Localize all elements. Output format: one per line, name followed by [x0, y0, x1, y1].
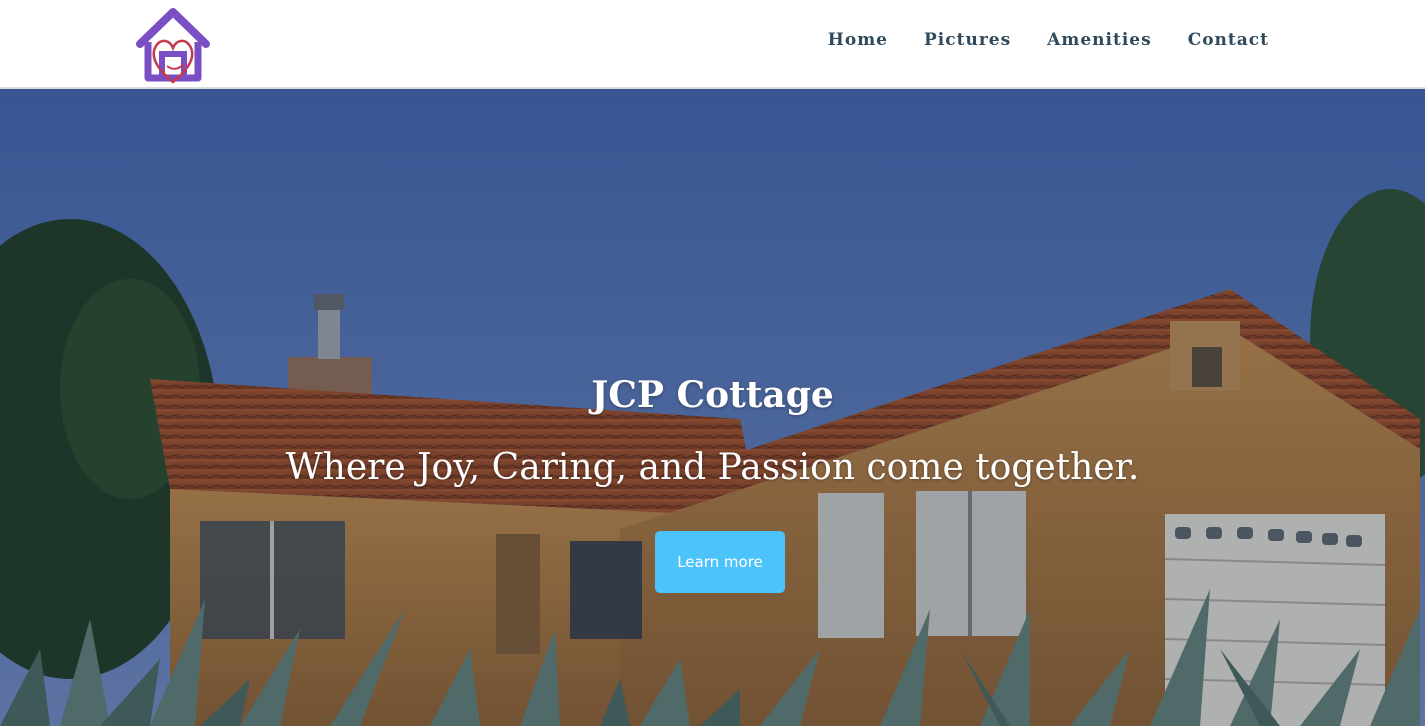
main-nav: Home Pictures Amenities Contact	[828, 30, 1269, 50]
top-navigation-bar: Home Pictures Amenities Contact	[0, 0, 1425, 89]
house-heart-logo-icon[interactable]	[134, 8, 212, 84]
learn-more-button[interactable]: Learn more	[655, 531, 785, 593]
hero-subtitle: Where Joy, Caring, and Passion come toge…	[285, 447, 1140, 488]
hero-content: JCP Cottage Where Joy, Caring, and Passi…	[0, 89, 1425, 726]
nav-pictures-link[interactable]: Pictures	[924, 30, 1011, 50]
hero-section: JCP Cottage Where Joy, Caring, and Passi…	[0, 89, 1425, 726]
nav-amenities-link[interactable]: Amenities	[1047, 30, 1152, 50]
hero-title: JCP Cottage	[591, 374, 834, 416]
nav-contact-link[interactable]: Contact	[1188, 30, 1269, 50]
nav-home-link[interactable]: Home	[828, 30, 888, 50]
